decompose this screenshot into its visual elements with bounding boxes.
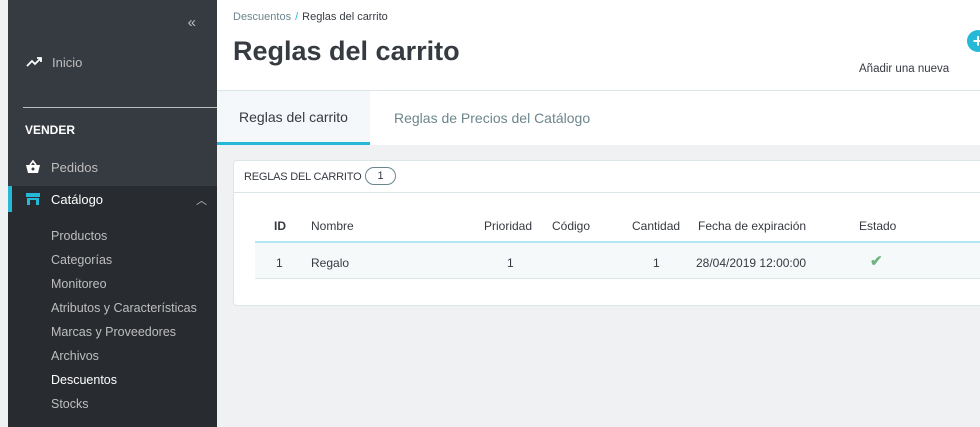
breadcrumb-current: Reglas del carrito <box>302 11 388 23</box>
page-header: Descuentos / Reglas del carrito Reglas del… <box>217 0 980 90</box>
sidebar-divider <box>23 107 217 108</box>
cell-cantidad: 1 <box>653 256 660 270</box>
sidebar-subitem-categorias[interactable]: Categorías <box>51 253 112 267</box>
breadcrumb: Descuentos / Reglas del carrito <box>233 11 388 23</box>
page-title: Reglas del carrito <box>233 36 460 66</box>
sidebar-item-label: Pedidos <box>51 159 98 175</box>
active-indicator <box>8 186 12 212</box>
column-header-codigo[interactable]: Código <box>552 219 590 233</box>
tab-reglas-carrito[interactable]: Reglas del carrito <box>217 91 370 145</box>
column-header-estado[interactable]: Estado <box>859 219 896 233</box>
sidebar-subitem-atributos[interactable]: Atributos y Características <box>51 301 197 315</box>
sidebar-subitem-stocks[interactable]: Stocks <box>51 397 89 411</box>
shopping-basket-icon <box>25 159 41 175</box>
column-header-fecha-expiracion[interactable]: Fecha de expiración <box>698 219 806 233</box>
sidebar-item-pedidos[interactable]: Pedidos <box>8 154 217 180</box>
main-content: Descuentos / Reglas del carrito Reglas del… <box>217 0 980 427</box>
column-header-nombre[interactable]: Nombre <box>311 219 354 233</box>
add-new-button[interactable]: + Añadir una nueva <box>859 30 980 80</box>
sidebar-item-label: Catálogo <box>51 191 104 207</box>
sidebar-item-inicio[interactable]: Inicio <box>8 48 217 76</box>
sidebar-subitem-monitoreo[interactable]: Monitoreo <box>51 277 107 291</box>
sidebar-submenu: Productos Categorías Monitoreo Atributos… <box>8 212 217 427</box>
sidebar-subitem-marcas[interactable]: Marcas y Proveedores <box>51 325 176 339</box>
count-badge: 1 <box>365 167 396 185</box>
panel-title: Reglas del carrito <box>244 171 362 183</box>
cell-id: 1 <box>276 256 283 270</box>
cell-prioridad: 1 <box>507 256 514 270</box>
collapse-sidebar-icon[interactable]: « <box>188 14 196 31</box>
sidebar-subitem-productos[interactable]: Productos <box>51 229 107 243</box>
plus-circle-icon: + <box>967 30 980 52</box>
tab-bar: Reglas del carrito Reglas de Precios del… <box>217 90 980 145</box>
status-check-icon[interactable]: ✔ <box>870 252 883 270</box>
breadcrumb-separator: / <box>295 11 299 23</box>
panel-header: Reglas del carrito 1 <box>234 161 980 193</box>
cell-fecha-expiracion: 28/04/2019 12:00:00 <box>696 256 807 270</box>
cart-rules-panel: Reglas del carrito 1 ID Nombre Prioridad… <box>233 160 980 306</box>
trending-up-icon <box>26 57 42 67</box>
sidebar: « Inicio VENDER Pedidos Catálogo ︿ Produ… <box>8 0 217 427</box>
sidebar-item-catalogo[interactable]: Catálogo ︿ <box>8 186 217 212</box>
left-gutter <box>0 0 8 427</box>
column-header-id[interactable]: ID <box>274 219 286 233</box>
sidebar-item-label: Inicio <box>52 54 83 70</box>
sidebar-subitem-descuentos[interactable]: Descuentos <box>51 373 117 387</box>
sidebar-subitem-archivos[interactable]: Archivos <box>51 349 99 363</box>
chevron-up-icon[interactable]: ︿ <box>196 192 207 208</box>
tab-reglas-precios-catalogo[interactable]: Reglas de Precios del Catálogo <box>394 91 590 145</box>
breadcrumb-parent[interactable]: Descuentos <box>233 11 291 23</box>
column-header-cantidad[interactable]: Cantidad <box>632 219 680 233</box>
add-new-label: Añadir una nueva <box>859 63 950 75</box>
sidebar-section-title: VENDER <box>25 123 76 137</box>
column-header-prioridad[interactable]: Prioridad <box>484 219 532 233</box>
store-icon <box>25 191 41 207</box>
cell-nombre: Regalo <box>311 256 350 270</box>
app-root: « Inicio VENDER Pedidos Catálogo ︿ Produ… <box>0 0 980 427</box>
